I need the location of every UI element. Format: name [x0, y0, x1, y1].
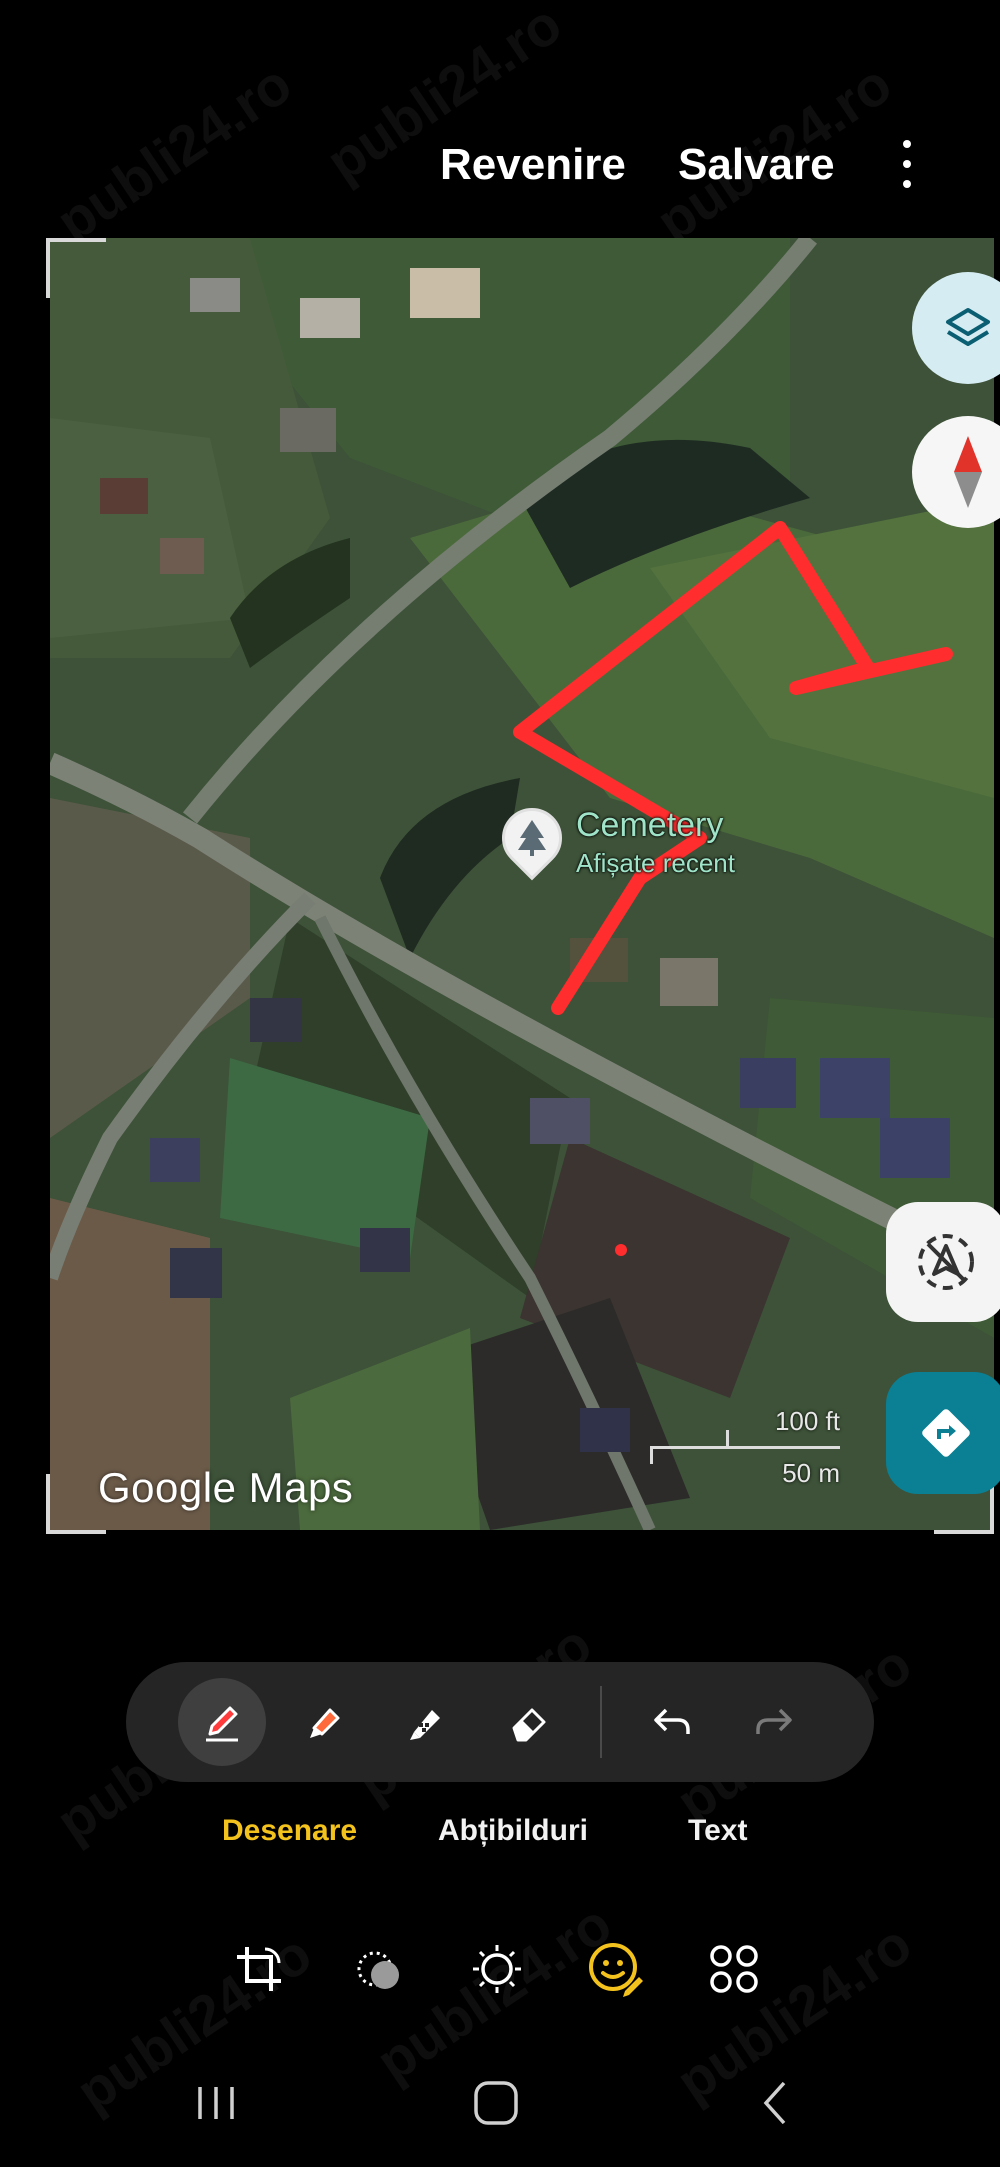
pencil-icon: [410, 1710, 440, 1740]
compass-icon: [954, 436, 982, 508]
pen-toolbar: [126, 1662, 874, 1782]
filter-button[interactable]: [344, 1934, 414, 2004]
mode-tabs: Desenare Abțibilduri Text: [0, 1814, 1000, 1866]
recents-button[interactable]: [186, 2078, 246, 2128]
edit-toolbar: [0, 1934, 1000, 2004]
highlighter-icon: [310, 1708, 340, 1738]
eraser-icon: [512, 1708, 546, 1742]
brightness-icon: [473, 1945, 521, 1993]
system-nav-bar: [0, 2060, 1000, 2140]
back-button[interactable]: [746, 2078, 806, 2128]
more-tools-button[interactable]: [699, 1934, 769, 2004]
filter-icon: [357, 1951, 399, 1989]
more-tools-icon: [710, 1945, 758, 1993]
pencil-tool[interactable]: [382, 1678, 470, 1766]
undo-icon: [654, 1708, 690, 1734]
divider: [600, 1686, 602, 1758]
top-bar: Revenire Salvare: [0, 0, 1000, 240]
brightness-button[interactable]: [462, 1934, 532, 2004]
layers-icon: [946, 308, 990, 346]
poi-title: Cemetery: [576, 806, 724, 844]
map-scale: 100 ft 50 m: [650, 1406, 840, 1488]
tree-icon: [518, 820, 546, 856]
recenter-button[interactable]: [886, 1202, 1000, 1322]
home-icon: [474, 2081, 518, 2125]
eraser-tool[interactable]: [484, 1678, 572, 1766]
save-button[interactable]: Salvare: [678, 140, 835, 190]
poi-subtitle: Afișate recent: [576, 848, 735, 878]
directions-icon: [922, 1409, 970, 1457]
highlighter-tool[interactable]: [280, 1678, 368, 1766]
crop-corner-top-left[interactable]: [46, 238, 106, 298]
tab-draw[interactable]: Desenare: [222, 1814, 357, 1848]
crop-icon: [237, 1947, 281, 1991]
back-icon: [763, 2081, 786, 2125]
google-maps-logo: Google Maps: [98, 1464, 354, 1511]
redo-icon: [756, 1708, 792, 1734]
recents-icon: [198, 2087, 234, 2119]
satellite-map: [50, 238, 994, 1530]
revert-button[interactable]: Revenire: [440, 140, 626, 190]
undo-button[interactable]: [628, 1678, 716, 1766]
scale-imperial: 100 ft: [774, 1406, 840, 1436]
pen-tool[interactable]: [178, 1678, 266, 1766]
crop-corner-bottom-left[interactable]: [46, 1474, 106, 1534]
decoration-button[interactable]: [580, 1934, 650, 2004]
tab-text[interactable]: Text: [688, 1814, 747, 1848]
recenter-icon: [918, 1234, 974, 1290]
map-image[interactable]: [50, 238, 994, 1530]
crop-button[interactable]: [224, 1934, 294, 2004]
redo-button[interactable]: [730, 1678, 818, 1766]
tab-stickers[interactable]: Abțibilduri: [438, 1814, 588, 1848]
directions-button[interactable]: [886, 1372, 1000, 1494]
scale-metric: 50 m: [782, 1458, 840, 1488]
decoration-icon: [589, 1943, 643, 1997]
pen-icon: [206, 1706, 238, 1742]
home-button[interactable]: [466, 2078, 526, 2128]
more-options-icon[interactable]: [892, 140, 922, 192]
